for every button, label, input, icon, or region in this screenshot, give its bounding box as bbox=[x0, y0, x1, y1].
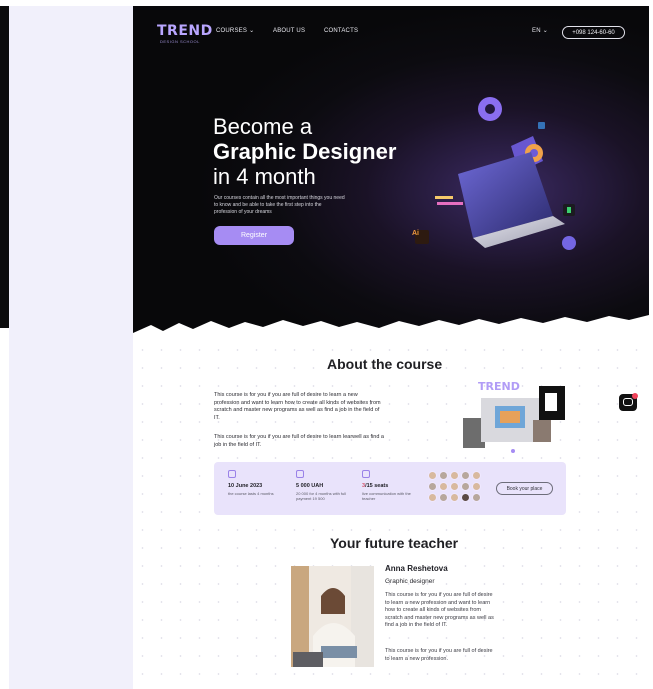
hero-title: Become a Graphic Designer in 4 month bbox=[213, 114, 396, 189]
avatar bbox=[428, 471, 437, 480]
avatar bbox=[428, 482, 437, 491]
nav-about-label: ABOUT US bbox=[273, 28, 306, 34]
price-main: 5 000 UAH bbox=[296, 483, 324, 489]
language-selector[interactable]: EN ⌄ bbox=[532, 28, 548, 34]
course-info-card: 10 June 2023 the course lasts 4 months 5… bbox=[214, 462, 566, 515]
language-label: EN bbox=[532, 28, 541, 34]
avatar bbox=[439, 493, 448, 502]
avatar bbox=[450, 493, 459, 502]
left-dark-strip bbox=[0, 6, 9, 328]
nav-contacts-label: CONTACTS bbox=[324, 28, 359, 34]
avatar bbox=[450, 471, 459, 480]
nav-courses[interactable]: COURSES ⌄ bbox=[216, 28, 254, 34]
side-panel bbox=[9, 6, 133, 689]
wallet-icon bbox=[296, 470, 304, 478]
teacher-title: Your future teacher bbox=[330, 535, 459, 551]
teacher-paragraph-1: This course is for you if you are full o… bbox=[385, 592, 494, 628]
avatar bbox=[472, 493, 481, 502]
teacher-paragraph-2: This course is for you if you are full o… bbox=[385, 648, 493, 662]
seats-sub: live communication with the teacher bbox=[362, 491, 411, 501]
nav-about-us[interactable]: ABOUT US bbox=[273, 28, 305, 34]
info-date: 10 June 2023 the course lasts 4 months bbox=[228, 470, 288, 496]
avatar bbox=[461, 493, 470, 502]
register-button[interactable]: Register bbox=[214, 226, 294, 245]
teacher-name: Anna Reshetova bbox=[385, 564, 448, 573]
avatar bbox=[428, 493, 437, 502]
price-sub: 20 000 for 4 months with full payment 19… bbox=[296, 491, 347, 501]
top-navigation: TREND DESIGN SCHOOL COURSES ⌄ ABOUT US C… bbox=[133, 6, 649, 56]
collage-logo-text: TREND bbox=[478, 380, 520, 393]
chevron-down-icon: ⌄ bbox=[249, 28, 255, 34]
hero-section: TREND DESIGN SCHOOL COURSES ⌄ ABOUT US C… bbox=[133, 6, 649, 341]
hero-title-line3: in 4 month bbox=[213, 164, 316, 189]
chat-icon bbox=[623, 398, 633, 406]
info-price: 5 000 UAH 20 000 for 4 months with full … bbox=[296, 470, 356, 501]
seats-main: 3/15 seats bbox=[362, 483, 422, 489]
avatar bbox=[439, 482, 448, 491]
student-avatars bbox=[428, 471, 481, 502]
hero-title-line1: Become a bbox=[213, 114, 313, 139]
logo[interactable]: TREND bbox=[157, 23, 213, 39]
seats-rest: /15 seats bbox=[365, 483, 389, 489]
avatar bbox=[461, 482, 470, 491]
phone-button[interactable]: +098 124-60-60 bbox=[562, 26, 625, 39]
website-canvas: TREND DESIGN SCHOOL COURSES ⌄ ABOUT US C… bbox=[133, 6, 649, 689]
calendar-icon bbox=[228, 470, 236, 478]
dotted-background bbox=[133, 341, 649, 689]
notification-dot bbox=[632, 393, 638, 399]
avatar bbox=[472, 471, 481, 480]
nav-contacts[interactable]: CONTACTS bbox=[324, 28, 358, 34]
teacher-role: Graphic designer bbox=[385, 578, 435, 585]
illustrator-icon: Ai bbox=[412, 230, 419, 237]
teacher-photo bbox=[291, 566, 374, 667]
logo-subtitle: DESIGN SCHOOL bbox=[160, 39, 200, 44]
about-title: About the course bbox=[327, 356, 443, 372]
nav-courses-label: COURSES bbox=[216, 28, 248, 34]
laptop-illustration bbox=[415, 97, 576, 250]
about-paragraph-2: This course is for you if you are full o… bbox=[214, 434, 384, 448]
date-sub: the course lasts 4 months bbox=[228, 491, 274, 496]
page: TREND DESIGN SCHOOL COURSES ⌄ ABOUT US C… bbox=[0, 0, 653, 689]
avatar bbox=[450, 482, 459, 491]
avatar bbox=[439, 471, 448, 480]
info-seats: 3/15 seats live communication with the t… bbox=[362, 470, 422, 501]
book-place-button[interactable]: Book your place bbox=[496, 482, 553, 495]
hero-title-line2: Graphic Designer bbox=[213, 139, 397, 164]
chevron-down-icon: ⌄ bbox=[542, 28, 548, 34]
hero-description: Our courses contain all the most importa… bbox=[214, 195, 345, 215]
about-paragraph-1: This course is for you if you are full o… bbox=[214, 392, 381, 421]
avatar bbox=[472, 482, 481, 491]
user-icon bbox=[362, 470, 370, 478]
chat-widget-button[interactable] bbox=[619, 393, 638, 411]
avatar bbox=[461, 471, 470, 480]
date-main: 10 June 2023 bbox=[228, 483, 263, 489]
